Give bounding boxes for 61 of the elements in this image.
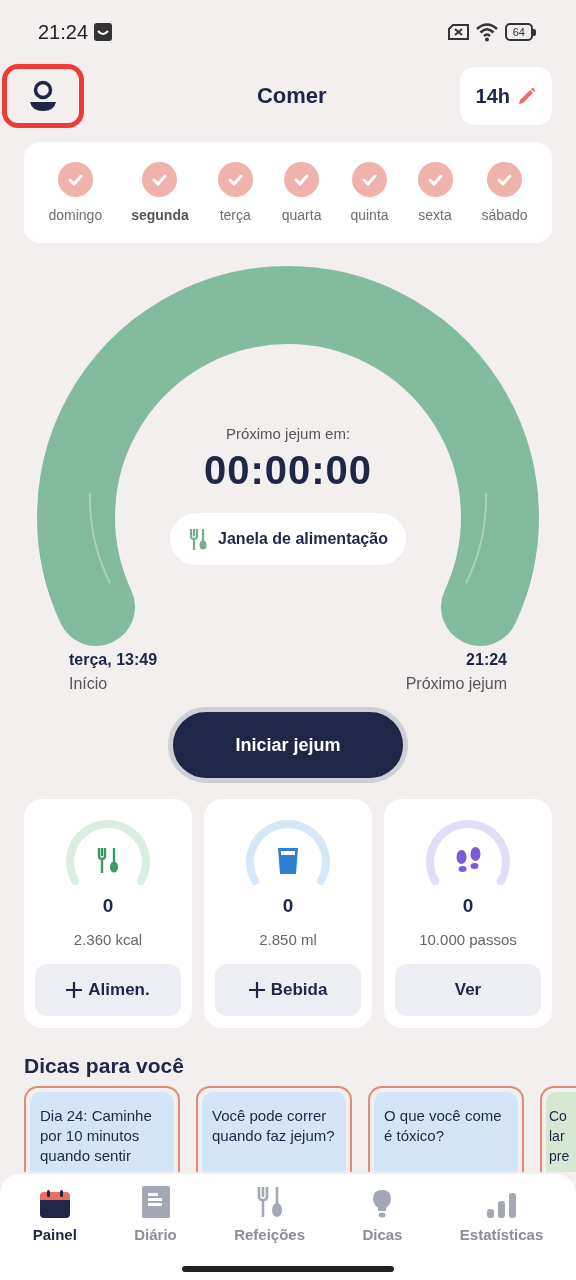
- sim-missing-icon: [447, 23, 469, 41]
- day-label: domingo: [48, 207, 103, 223]
- profile-button[interactable]: [2, 64, 84, 128]
- tip-card[interactable]: O que você come é tóxico?: [368, 1086, 524, 1172]
- document-icon: [141, 1186, 170, 1218]
- start-label: Início: [69, 675, 109, 693]
- tracker-value: 0: [102, 895, 114, 917]
- check-icon: [227, 172, 243, 187]
- nav-tab[interactable]: Painel: [30, 1182, 79, 1254]
- day-label: segunda: [131, 207, 189, 223]
- tip-card[interactable]: Dia 24: Caminhe por 10 minutos quando sentir: [24, 1086, 180, 1172]
- tip-card[interactable]: Você pode correr quando faz jejum?: [196, 1086, 352, 1172]
- check-icon: [152, 172, 168, 187]
- tracker-button[interactable]: Bebida: [215, 964, 361, 1016]
- section-title: Dicas para você: [24, 1054, 185, 1078]
- tip-text: O que você come é tóxico?: [384, 1106, 503, 1146]
- plus-icon: [248, 982, 265, 998]
- battery-indicator: 64: [504, 23, 536, 41]
- tip-text: Dia 24: Caminhe por 10 minutos quando sentir: [40, 1106, 153, 1166]
- lightbulb-icon: [373, 1190, 392, 1218]
- tracker-goal: 10.000 passos: [419, 931, 517, 948]
- start-time: terça, 13:49: [69, 651, 158, 669]
- check-icon: [427, 172, 443, 187]
- tracker-button[interactable]: Alimen.: [35, 964, 181, 1016]
- tip-text: Co lar pre: [549, 1107, 571, 1166]
- day-label: quarta: [281, 207, 322, 223]
- clock-time: 21:24: [38, 20, 89, 44]
- calendar-icon: [39, 1190, 70, 1218]
- fork-spoon-icon: [96, 847, 120, 874]
- tip-text: Você pode correr quando faz jejum?: [212, 1106, 336, 1146]
- wifi-icon: [474, 22, 499, 42]
- eating-window-chip[interactable]: Janela de alimentação: [170, 513, 406, 565]
- bar-chart-icon: [487, 1193, 517, 1218]
- day-label: quinta: [350, 207, 389, 223]
- check-icon: [67, 172, 83, 187]
- end-label: Próximo jejum: [405, 675, 507, 693]
- glass-icon: [277, 847, 299, 875]
- countdown-caption: Próximo jejum em:: [225, 425, 351, 442]
- fasting-hours-button[interactable]: 14h: [459, 67, 552, 125]
- countdown-timer: 00:00:00: [203, 448, 373, 493]
- check-icon: [362, 172, 377, 187]
- pencil-icon: [516, 87, 536, 105]
- notification-icon: [94, 23, 113, 41]
- day-label: terça: [219, 207, 251, 223]
- end-time: 21:24: [466, 651, 507, 669]
- start-fast-button[interactable]: Iniciar jejum: [168, 707, 408, 783]
- day-label: sexta: [418, 207, 452, 223]
- check-icon: [497, 172, 512, 187]
- person-icon: [28, 80, 58, 112]
- tracker-goal: 2.360 kcal: [73, 931, 143, 948]
- footprints-icon: [454, 847, 482, 873]
- day-label: sábado: [481, 207, 528, 223]
- tracker-goal: 2.850 ml: [259, 931, 317, 948]
- check-icon: [294, 172, 310, 187]
- tracker-value: 0: [462, 895, 474, 917]
- fork-spoon-icon: [188, 527, 209, 551]
- plus-icon: [66, 982, 83, 998]
- fork-spoon-icon: [256, 1187, 284, 1218]
- tracker-button[interactable]: Ver: [395, 964, 541, 1016]
- tracker-value: 0: [282, 895, 294, 917]
- screen-title: Comer: [256, 83, 327, 109]
